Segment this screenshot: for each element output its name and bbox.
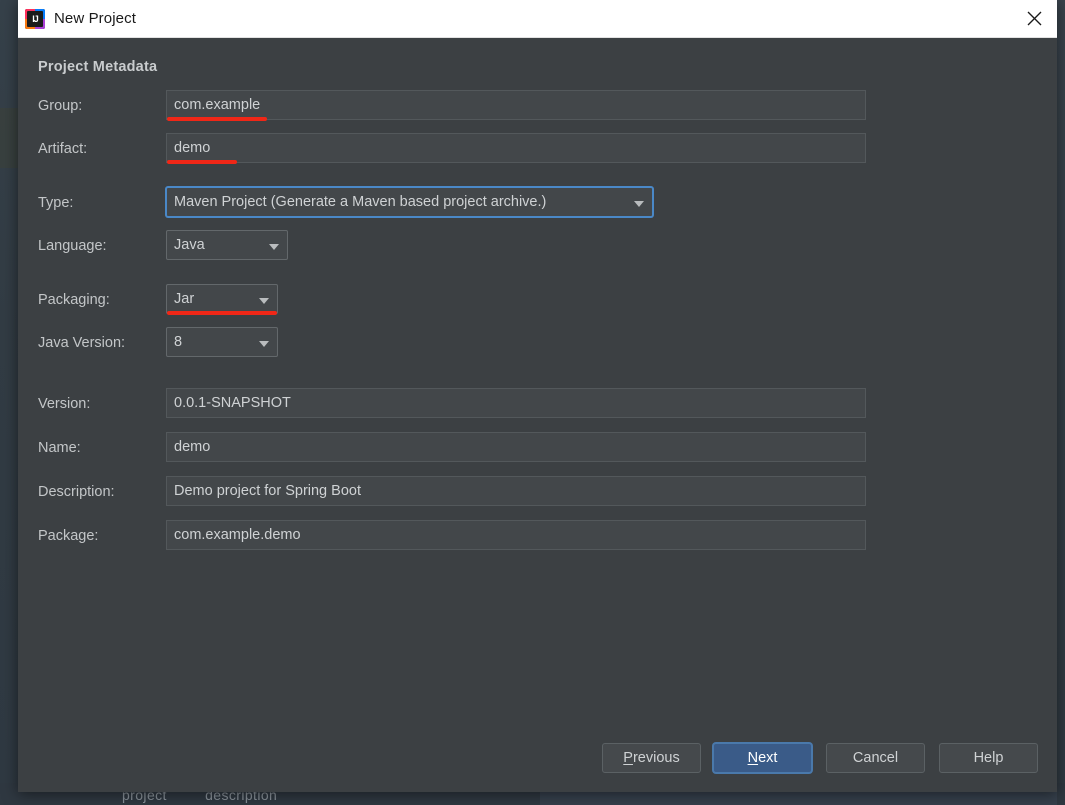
group-input[interactable] [166, 90, 866, 120]
chevron-down-icon [259, 298, 269, 304]
java-version-dropdown-value: 8 [174, 334, 183, 350]
label-description: Description: [38, 484, 115, 500]
label-artifact: Artifact: [38, 141, 88, 157]
previous-button-label: revious [632, 750, 680, 766]
previous-button-mnemonic: P [623, 750, 633, 766]
label-language: Language: [38, 238, 107, 254]
form-row-artifact: Artifact: [38, 133, 1028, 165]
next-button-mnemonic: N [747, 750, 759, 766]
label-java-version: Java Version: [38, 335, 126, 351]
language-dropdown[interactable]: Java [166, 230, 288, 260]
artifact-input[interactable] [166, 133, 866, 163]
form-row-package: Package: [38, 520, 1028, 552]
dialog-titlebar: IJ New Project [18, 0, 1057, 38]
background-left-strip [0, 0, 18, 805]
label-packaging: Packaging: [38, 292, 110, 308]
language-dropdown-value: Java [174, 237, 205, 253]
type-dropdown-value: Maven Project (Generate a Maven based pr… [174, 194, 547, 210]
form-row-description: Description: [38, 476, 1028, 508]
label-name: Name: [38, 440, 81, 456]
name-input[interactable] [166, 432, 866, 462]
package-input[interactable] [166, 520, 866, 550]
version-input[interactable] [166, 388, 866, 418]
java-version-dropdown[interactable]: 8 [166, 327, 278, 357]
project-metadata-form: Group: Artifact: Type: Maven Project (Ge… [38, 90, 1028, 563]
next-button[interactable]: Next [713, 743, 812, 773]
help-button[interactable]: Help [939, 743, 1038, 773]
chevron-down-icon [634, 201, 644, 207]
form-row-name: Name: [38, 432, 1028, 464]
dialog-button-bar: Previous Next Cancel Help [18, 743, 1057, 775]
background-right-strip [1057, 0, 1065, 805]
form-row-language: Language: Java [38, 230, 1028, 262]
cancel-button[interactable]: Cancel [826, 743, 925, 773]
form-row-version: Version: [38, 388, 1028, 420]
background-tool-swatch [0, 108, 18, 168]
label-version: Version: [38, 396, 91, 412]
section-title-project-metadata: Project Metadata [38, 59, 158, 75]
form-row-group: Group: [38, 90, 1028, 122]
form-row-packaging: Packaging: Jar [38, 284, 1028, 316]
next-button-label: ext [758, 750, 778, 766]
new-project-dialog: IJ New Project Project Metadata Group: A… [18, 0, 1057, 792]
label-type: Type: [38, 195, 74, 211]
dialog-body: Project Metadata Group: Artifact: Type: … [18, 38, 1057, 792]
dialog-title: New Project [54, 10, 136, 27]
packaging-dropdown[interactable]: Jar [166, 284, 278, 314]
intellij-idea-icon: IJ [25, 8, 45, 29]
close-button[interactable] [1011, 0, 1057, 36]
form-row-type: Type: Maven Project (Generate a Maven ba… [38, 187, 1028, 219]
previous-button[interactable]: Previous [602, 743, 701, 773]
description-input[interactable] [166, 476, 866, 506]
form-row-java-version: Java Version: 8 [38, 327, 1028, 359]
label-package: Package: [38, 528, 99, 544]
type-dropdown[interactable]: Maven Project (Generate a Maven based pr… [166, 187, 653, 217]
label-group: Group: [38, 98, 83, 114]
chevron-down-icon [269, 244, 279, 250]
packaging-dropdown-value: Jar [174, 291, 195, 307]
close-icon [1027, 11, 1041, 25]
chevron-down-icon [259, 341, 269, 347]
